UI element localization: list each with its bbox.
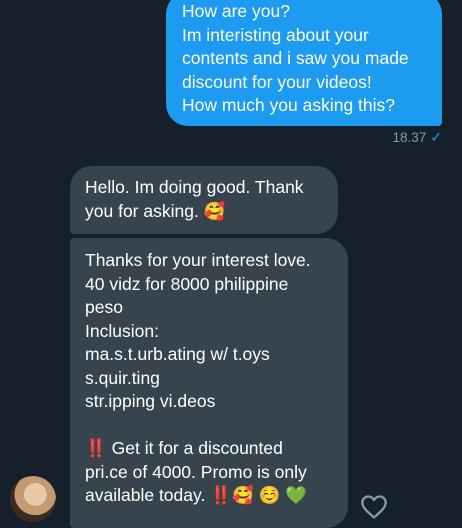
- message-text-line: peso: [85, 297, 123, 317]
- message-text-line: Im interisting about your: [182, 24, 369, 45]
- message-text-line: pri.ce of 4000. Promo is only: [85, 461, 307, 482]
- incoming-message-bubble[interactable]: Thanks for your interest love. 40 vidz f…: [70, 238, 348, 528]
- heart-icon[interactable]: [360, 494, 388, 520]
- message-text-line: 40 vidz for 8000 philippine: [85, 273, 289, 294]
- message-text-line: you for asking. 🥰: [85, 200, 226, 221]
- message-text-line: s.quir.ting: [85, 367, 160, 388]
- message-text-line: Hello. Im doing good. Thank: [85, 177, 304, 197]
- message-text-line: str.ipping vi.deos: [85, 391, 216, 411]
- message-text-line: ‼️ Get it for a discounted: [85, 438, 283, 458]
- message-text-line: ma.s.t.urb.ating w/ t.oys: [85, 344, 270, 364]
- checkmark-icon: ✓: [430, 129, 442, 145]
- message-text-line: How much you asking this?: [182, 95, 396, 115]
- message-text-line: Inclusion:: [85, 320, 159, 341]
- avatar[interactable]: [10, 476, 56, 522]
- message-text-line: How are you?: [182, 1, 290, 21]
- message-text-line: available today. ‼️🥰 ☺️ 💚: [85, 485, 308, 505]
- message-text-line: Thanks for your interest love.: [85, 250, 311, 270]
- incoming-message-bubble[interactable]: Hello. Im doing good. Thank you for aski…: [70, 166, 338, 234]
- message-timestamp-row: 18.37 ✓: [392, 129, 442, 146]
- message-time: 18.37: [392, 130, 427, 145]
- message-text-line: discount for your videos!: [182, 71, 372, 92]
- message-text-line: contents and i saw you made: [182, 48, 409, 68]
- outgoing-message-bubble[interactable]: How are you? Im interisting about your c…: [166, 0, 442, 126]
